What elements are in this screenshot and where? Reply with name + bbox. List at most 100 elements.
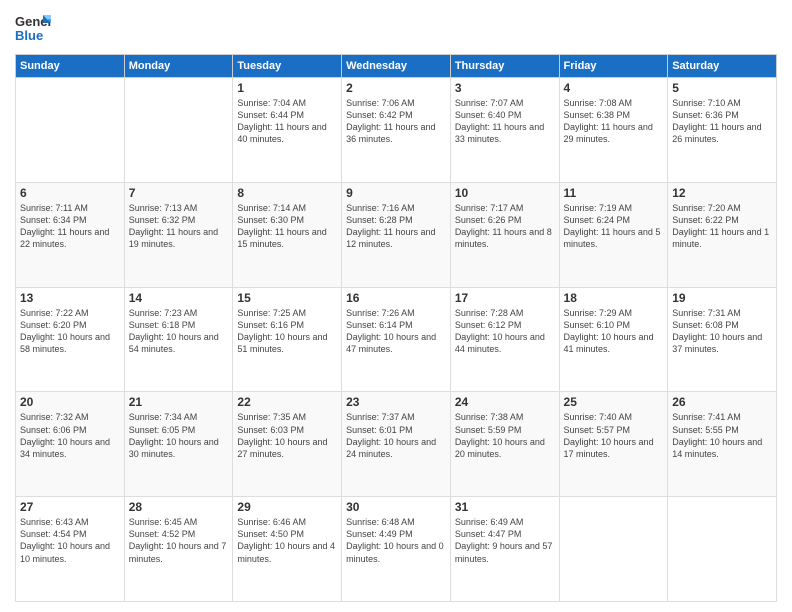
calendar-cell: 24Sunrise: 7:38 AM Sunset: 5:59 PM Dayli…: [450, 392, 559, 497]
day-number: 1: [237, 81, 337, 95]
logo: General Blue: [15, 10, 51, 46]
calendar-cell: 7 Sunrise: 7:13 AM Sunset: 6:32 PM Daylig…: [124, 182, 233, 287]
day-number: 12: [672, 186, 772, 200]
day-number: 7: [129, 186, 229, 200]
day-info: Sunrise: 7:16 AM Sunset: 6:28 PM Dayligh…: [346, 202, 446, 251]
day-number: 15: [237, 291, 337, 305]
day-info: Sunrise: 7:29 AM Sunset: 6:10 PM Dayligh…: [564, 307, 664, 356]
day-info: Sunrise: 7:25 AM Sunset: 6:16 PM Dayligh…: [237, 307, 337, 356]
day-number: 16: [346, 291, 446, 305]
calendar-cell: 31 Sunrise: 6:49 AM Sunset: 4:47 PM Dayli…: [450, 497, 559, 602]
day-number: 11: [564, 186, 664, 200]
calendar-week-4: 20 Sunrise: 7:32 AM Sunset: 6:06 PM Dayli…: [16, 392, 777, 497]
day-number: 14: [129, 291, 229, 305]
dow-header-wednesday: Wednesday: [342, 55, 451, 78]
calendar-cell: 22 Sunrise: 7:35 AM Sunset: 6:03 PM Dayli…: [233, 392, 342, 497]
calendar-cell: 21 Sunrise: 7:34 AM Sunset: 6:05 PM Dayli…: [124, 392, 233, 497]
day-info: Sunrise: 7:20 AM Sunset: 6:22 PM Dayligh…: [672, 202, 772, 251]
calendar-cell: [559, 497, 668, 602]
day-info: Sunrise: 7:26 AM Sunset: 6:14 PM Dayligh…: [346, 307, 446, 356]
calendar-cell: 11 Sunrise: 7:19 AM Sunset: 6:24 PM Dayli…: [559, 182, 668, 287]
dow-header-tuesday: Tuesday: [233, 55, 342, 78]
day-number: 31: [455, 500, 555, 514]
day-info: Sunrise: 7:14 AM Sunset: 6:30 PM Dayligh…: [237, 202, 337, 251]
calendar-week-2: 6 Sunrise: 7:11 AM Sunset: 6:34 PM Daylig…: [16, 182, 777, 287]
day-number: 6: [20, 186, 120, 200]
day-number: 3: [455, 81, 555, 95]
day-number: 29: [237, 500, 337, 514]
day-info: Sunrise: 7:37 AM Sunset: 6:01 PM Dayligh…: [346, 411, 446, 460]
day-number: 5: [672, 81, 772, 95]
calendar-cell: 15 Sunrise: 7:25 AM Sunset: 6:16 PM Dayli…: [233, 287, 342, 392]
dow-header-sunday: Sunday: [16, 55, 125, 78]
calendar-cell: [124, 78, 233, 183]
day-info: Sunrise: 7:13 AM Sunset: 6:32 PM Dayligh…: [129, 202, 229, 251]
day-info: Sunrise: 7:35 AM Sunset: 6:03 PM Dayligh…: [237, 411, 337, 460]
calendar-cell: 25Sunrise: 7:40 AM Sunset: 5:57 PM Dayli…: [559, 392, 668, 497]
day-number: 25: [564, 395, 664, 409]
day-info: Sunrise: 6:49 AM Sunset: 4:47 PM Dayligh…: [455, 516, 555, 565]
calendar-cell: 6 Sunrise: 7:11 AM Sunset: 6:34 PM Daylig…: [16, 182, 125, 287]
day-number: 23: [346, 395, 446, 409]
day-number: 21: [129, 395, 229, 409]
day-info: Sunrise: 7:11 AM Sunset: 6:34 PM Dayligh…: [20, 202, 120, 251]
dow-header-thursday: Thursday: [450, 55, 559, 78]
day-info: Sunrise: 6:46 AM Sunset: 4:50 PM Dayligh…: [237, 516, 337, 565]
calendar-cell: 20 Sunrise: 7:32 AM Sunset: 6:06 PM Dayli…: [16, 392, 125, 497]
day-number: 22: [237, 395, 337, 409]
day-number: 2: [346, 81, 446, 95]
calendar-cell: 13Sunrise: 7:22 AM Sunset: 6:20 PM Dayli…: [16, 287, 125, 392]
calendar-cell: 28 Sunrise: 6:45 AM Sunset: 4:52 PM Dayli…: [124, 497, 233, 602]
logo-icon: General Blue: [15, 10, 51, 46]
day-info: Sunrise: 7:32 AM Sunset: 6:06 PM Dayligh…: [20, 411, 120, 460]
day-number: 20: [20, 395, 120, 409]
calendar-cell: 4 Sunrise: 7:08 AM Sunset: 6:38 PM Daylig…: [559, 78, 668, 183]
day-info: Sunrise: 6:45 AM Sunset: 4:52 PM Dayligh…: [129, 516, 229, 565]
dow-header-monday: Monday: [124, 55, 233, 78]
calendar-cell: 19 Sunrise: 7:31 AM Sunset: 6:08 PM Dayli…: [668, 287, 777, 392]
svg-text:Blue: Blue: [15, 28, 43, 43]
calendar-cell: 10Sunrise: 7:17 AM Sunset: 6:26 PM Dayli…: [450, 182, 559, 287]
day-number: 10: [455, 186, 555, 200]
day-number: 26: [672, 395, 772, 409]
day-info: Sunrise: 7:23 AM Sunset: 6:18 PM Dayligh…: [129, 307, 229, 356]
day-number: 8: [237, 186, 337, 200]
calendar-cell: [668, 497, 777, 602]
day-number: 4: [564, 81, 664, 95]
day-info: Sunrise: 6:48 AM Sunset: 4:49 PM Dayligh…: [346, 516, 446, 565]
day-info: Sunrise: 7:34 AM Sunset: 6:05 PM Dayligh…: [129, 411, 229, 460]
calendar-cell: 17Sunrise: 7:28 AM Sunset: 6:12 PM Dayli…: [450, 287, 559, 392]
day-info: Sunrise: 6:43 AM Sunset: 4:54 PM Dayligh…: [20, 516, 120, 565]
calendar-cell: 16 Sunrise: 7:26 AM Sunset: 6:14 PM Dayli…: [342, 287, 451, 392]
calendar-cell: 2 Sunrise: 7:06 AM Sunset: 6:42 PM Daylig…: [342, 78, 451, 183]
day-number: 18: [564, 291, 664, 305]
calendar-cell: 5 Sunrise: 7:10 AM Sunset: 6:36 PM Daylig…: [668, 78, 777, 183]
day-info: Sunrise: 7:19 AM Sunset: 6:24 PM Dayligh…: [564, 202, 664, 251]
dow-header-saturday: Saturday: [668, 55, 777, 78]
calendar-cell: 26 Sunrise: 7:41 AM Sunset: 5:55 PM Dayli…: [668, 392, 777, 497]
calendar-cell: 1 Sunrise: 7:04 AM Sunset: 6:44 PM Daylig…: [233, 78, 342, 183]
day-info: Sunrise: 7:41 AM Sunset: 5:55 PM Dayligh…: [672, 411, 772, 460]
calendar-table: SundayMondayTuesdayWednesdayThursdayFrid…: [15, 54, 777, 602]
calendar-cell: 9Sunrise: 7:16 AM Sunset: 6:28 PM Daylig…: [342, 182, 451, 287]
day-info: Sunrise: 7:31 AM Sunset: 6:08 PM Dayligh…: [672, 307, 772, 356]
calendar-cell: 8 Sunrise: 7:14 AM Sunset: 6:30 PM Daylig…: [233, 182, 342, 287]
day-number: 27: [20, 500, 120, 514]
calendar-cell: 29 Sunrise: 6:46 AM Sunset: 4:50 PM Dayli…: [233, 497, 342, 602]
calendar-cell: 27 Sunrise: 6:43 AM Sunset: 4:54 PM Dayli…: [16, 497, 125, 602]
calendar-cell: 3 Sunrise: 7:07 AM Sunset: 6:40 PM Daylig…: [450, 78, 559, 183]
calendar-cell: 14 Sunrise: 7:23 AM Sunset: 6:18 PM Dayli…: [124, 287, 233, 392]
day-info: Sunrise: 7:38 AM Sunset: 5:59 PM Dayligh…: [455, 411, 555, 460]
calendar-cell: 18 Sunrise: 7:29 AM Sunset: 6:10 PM Dayli…: [559, 287, 668, 392]
day-number: 19: [672, 291, 772, 305]
calendar-cell: 12 Sunrise: 7:20 AM Sunset: 6:22 PM Dayli…: [668, 182, 777, 287]
day-info: Sunrise: 7:04 AM Sunset: 6:44 PM Dayligh…: [237, 97, 337, 146]
dow-header-friday: Friday: [559, 55, 668, 78]
day-info: Sunrise: 7:10 AM Sunset: 6:36 PM Dayligh…: [672, 97, 772, 146]
day-info: Sunrise: 7:06 AM Sunset: 6:42 PM Dayligh…: [346, 97, 446, 146]
day-info: Sunrise: 7:08 AM Sunset: 6:38 PM Dayligh…: [564, 97, 664, 146]
calendar-cell: 30 Sunrise: 6:48 AM Sunset: 4:49 PM Dayli…: [342, 497, 451, 602]
day-number: 28: [129, 500, 229, 514]
day-number: 30: [346, 500, 446, 514]
day-info: Sunrise: 7:07 AM Sunset: 6:40 PM Dayligh…: [455, 97, 555, 146]
